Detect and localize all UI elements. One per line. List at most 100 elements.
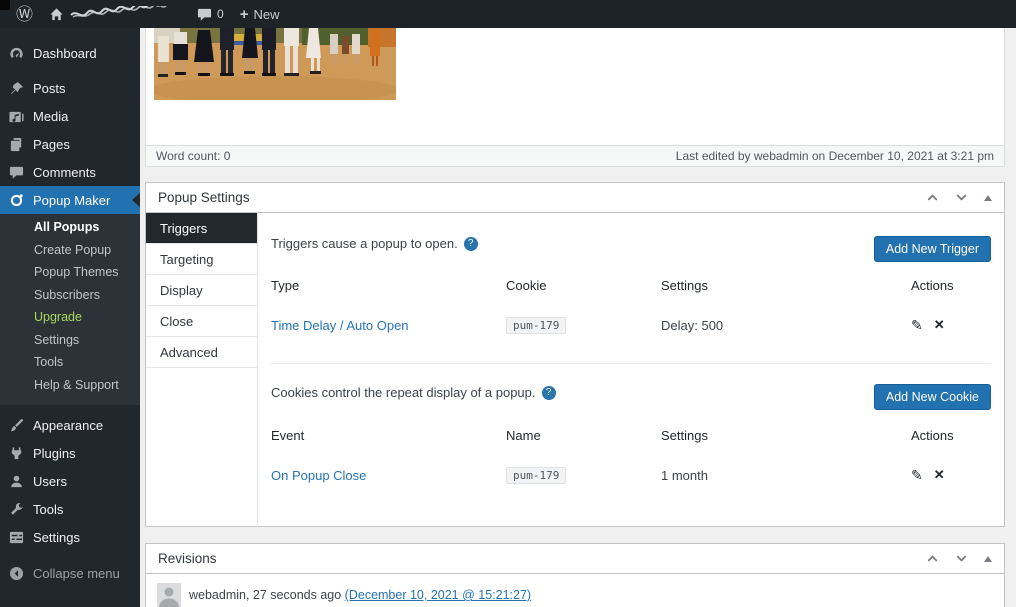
plugins-icon <box>11 446 22 459</box>
pin-icon <box>10 81 24 94</box>
home-icon <box>49 7 64 22</box>
wordpress-logo-icon: Ⓦ <box>16 4 33 24</box>
sidebar-item-label: Settings <box>33 529 80 545</box>
editor-status-bar: Word count: 0 Last edited by webadmin on… <box>146 145 1004 166</box>
editor-panel: Word count: 0 Last edited by webadmin on… <box>145 28 1005 167</box>
order-down-button[interactable] <box>955 552 968 565</box>
corner-artifact <box>0 0 10 10</box>
add-new-trigger-button[interactable]: Add New Trigger <box>873 236 991 262</box>
sidebar-item-dashboard[interactable]: Dashboard <box>0 36 140 70</box>
revision-entry: webadmin, 27 seconds ago (December 10, 2… <box>146 574 1004 607</box>
active-menu-arrow <box>132 193 140 207</box>
help-icon[interactable]: ? <box>463 236 478 251</box>
sidebar-item-settings[interactable]: Settings <box>0 523 140 551</box>
settings-icon <box>9 531 24 543</box>
popup-content-image[interactable] <box>154 28 396 100</box>
order-down-button[interactable] <box>955 191 968 204</box>
metabox-title: Popup Settings <box>158 190 250 205</box>
wp-logo-menu[interactable]: Ⓦ <box>8 0 41 28</box>
edit-cookie-icon[interactable]: ✎ <box>911 467 923 484</box>
order-up-button[interactable] <box>926 552 939 565</box>
new-label: New <box>253 6 280 22</box>
comments-icon <box>9 166 24 179</box>
sidebar-item-popup-maker[interactable]: Popup Maker <box>0 186 140 214</box>
tab-display[interactable]: Display <box>146 275 257 306</box>
tab-targeting[interactable]: Targeting <box>146 244 257 275</box>
tab-triggers[interactable]: Triggers <box>146 213 257 244</box>
plus-icon: + <box>239 5 249 23</box>
popup-settings-metabox: Popup Settings Triggers Targeting Displa… <box>145 182 1005 527</box>
site-name-menu[interactable] <box>41 0 189 28</box>
revisions-metabox: Revisions webadmin, 27 seconds ago (Dece… <box>145 543 1005 607</box>
last-edited: Last edited by webadmin on December 10, … <box>675 149 994 163</box>
sidebar-item-label: Comments <box>33 164 96 180</box>
word-count: Word count: 0 <box>156 149 231 163</box>
help-icon[interactable]: ? <box>541 385 556 400</box>
trigger-type-link[interactable]: Time Delay / Auto Open <box>271 318 409 333</box>
toggle-panel-button[interactable] <box>984 194 992 201</box>
cookies-description: Cookies control the repeat display of a … <box>271 385 556 400</box>
triggers-tab-panel: Triggers cause a popup to open. ? Add Ne… <box>258 213 1004 527</box>
sidebar-item-label: Pages <box>33 136 70 152</box>
trigger-cookie-tag: pum-179 <box>506 316 567 334</box>
popup-maker-submenu: All Popups Create Popup Popup Themes Sub… <box>0 214 140 405</box>
comment-count: 0 <box>217 7 224 21</box>
cookies-table-header: Event Name Settings Actions <box>271 427 954 443</box>
metabox-title: Revisions <box>158 551 217 566</box>
submenu-item-subscribers[interactable]: Subscribers <box>0 284 140 307</box>
order-up-button[interactable] <box>926 191 939 204</box>
cookies-table: Event Name Settings Actions On Popup Clo… <box>271 425 991 486</box>
main-content: Word count: 0 Last edited by webadmin on… <box>140 28 1016 607</box>
sidebar-item-tools[interactable]: Tools <box>0 495 140 523</box>
sidebar-item-appearance[interactable]: Appearance <box>0 411 140 439</box>
sidebar-item-comments[interactable]: Comments <box>0 158 140 186</box>
trigger-settings-value: Delay: 500 <box>661 317 724 333</box>
pages-icon <box>10 137 22 151</box>
sidebar-item-label: Collapse menu <box>33 565 120 581</box>
admin-bar-new[interactable]: + New <box>232 0 288 28</box>
edit-trigger-icon[interactable]: ✎ <box>911 317 923 334</box>
cookie-event-link[interactable]: On Popup Close <box>271 468 366 483</box>
collapse-icon <box>9 566 24 580</box>
tab-advanced[interactable]: Advanced <box>146 337 257 368</box>
delete-trigger-icon[interactable]: ✕ <box>934 317 945 333</box>
revision-meta: webadmin, 27 seconds ago <box>189 588 345 602</box>
submenu-item-upgrade[interactable]: Upgrade <box>0 306 140 329</box>
dashboard-icon <box>10 47 23 58</box>
revision-date-link[interactable]: (December 10, 2021 @ 15:21:27) <box>345 588 531 602</box>
sidebar-item-users[interactable]: Users <box>0 467 140 495</box>
sidebar-item-label: Users <box>33 473 67 489</box>
submenu-item-help-support[interactable]: Help & Support <box>0 374 140 397</box>
sidebar-item-label: Posts <box>33 80 66 96</box>
sidebar-item-label: Tools <box>33 501 64 517</box>
delete-cookie-icon[interactable]: ✕ <box>934 467 945 483</box>
revisions-header[interactable]: Revisions <box>146 544 1004 574</box>
submenu-item-tools[interactable]: Tools <box>0 351 140 374</box>
avatar <box>157 583 181 607</box>
comment-bubble-icon <box>197 7 212 22</box>
submenu-item-settings[interactable]: Settings <box>0 329 140 352</box>
appearance-icon <box>10 418 24 431</box>
tab-close[interactable]: Close <box>146 306 257 337</box>
sidebar-item-media[interactable]: Media <box>0 102 140 130</box>
triggers-table: Type Cookie Settings Actions Time Delay … <box>271 275 991 336</box>
popup-settings-header[interactable]: Popup Settings <box>146 183 1004 213</box>
submenu-item-popup-themes[interactable]: Popup Themes <box>0 261 140 284</box>
sidebar-item-label: Dashboard <box>33 45 97 61</box>
users-icon <box>11 475 22 487</box>
section-divider <box>271 363 991 364</box>
sidebar-item-posts[interactable]: Posts <box>0 74 140 102</box>
cookie-name-tag: pum-179 <box>506 466 567 484</box>
add-new-cookie-button[interactable]: Add New Cookie <box>873 384 991 410</box>
cookie-settings-value: 1 month <box>661 467 708 483</box>
collapse-menu-button[interactable]: Collapse menu <box>0 559 140 587</box>
sidebar-item-label: Media <box>33 108 69 124</box>
sidebar-item-plugins[interactable]: Plugins <box>0 439 140 467</box>
media-icon <box>9 111 24 122</box>
toggle-panel-button[interactable] <box>984 555 992 562</box>
submenu-item-all-popups[interactable]: All Popups <box>0 216 140 239</box>
admin-bar-comments[interactable]: 0 <box>189 0 232 28</box>
sidebar-item-pages[interactable]: Pages <box>0 130 140 158</box>
popup-maker-icon <box>10 193 23 206</box>
submenu-item-create-popup[interactable]: Create Popup <box>0 239 140 262</box>
